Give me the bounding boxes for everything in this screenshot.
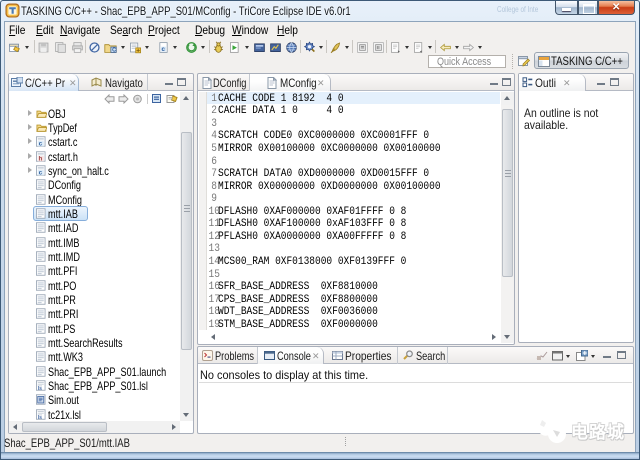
svg-text:C: C [112,48,116,54]
svg-text:ls: ls [38,386,42,391]
svg-text:c: c [161,46,165,53]
svg-text:ls: ls [38,414,42,419]
svg-text:h: h [39,156,43,161]
